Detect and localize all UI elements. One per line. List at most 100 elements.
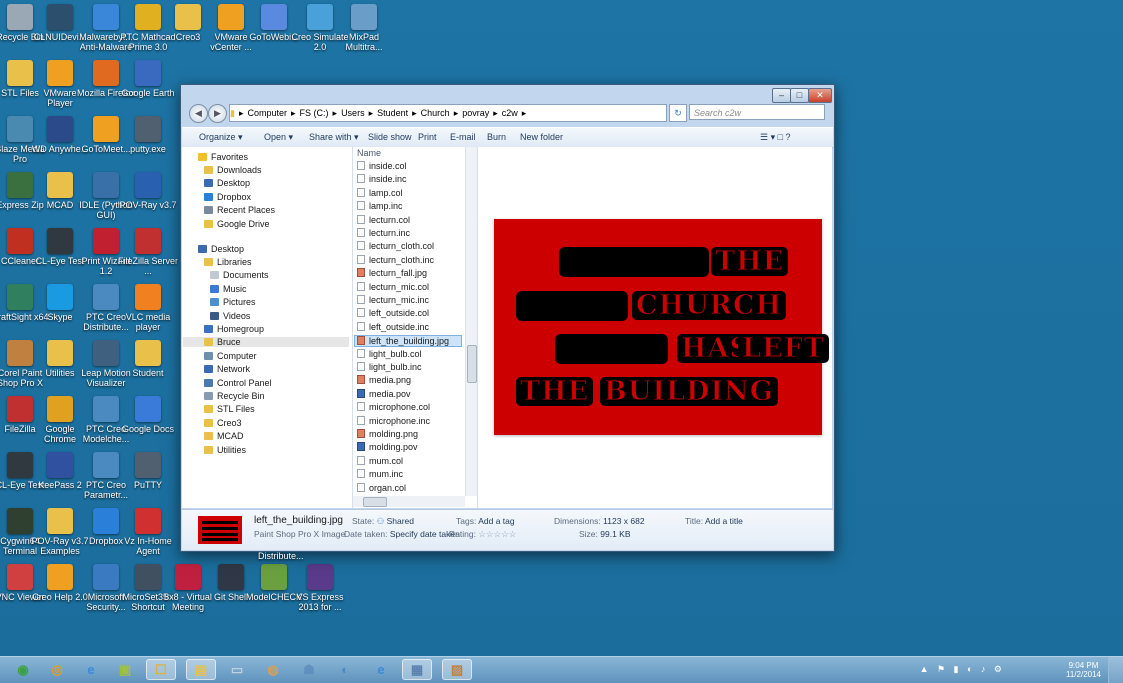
file-row[interactable]: lecturn_cloth.col xyxy=(357,241,434,251)
corel-icon[interactable]: ☐ xyxy=(146,659,176,680)
tags-value[interactable]: Add a tag xyxy=(478,516,514,526)
nav-item[interactable]: Videos xyxy=(210,311,250,321)
breadcrumb-item[interactable]: Computer xyxy=(247,108,287,118)
nav-item[interactable]: Dropbox xyxy=(204,192,251,202)
column-header-name[interactable]: Name xyxy=(357,148,381,158)
nav-item[interactable]: Computer xyxy=(204,351,257,361)
app-icon[interactable]: ▣ xyxy=(110,659,140,680)
breadcrumb-item[interactable]: Church xyxy=(421,108,450,118)
file-row[interactable]: mum.col xyxy=(357,455,403,466)
title-bar[interactable]: – □ ✕ xyxy=(181,85,834,103)
file-row[interactable]: lecturn_mic.inc xyxy=(357,295,429,305)
nav-item[interactable]: Libraries xyxy=(204,257,252,267)
nav-item[interactable]: Downloads xyxy=(204,165,262,175)
ie-icon[interactable]: e xyxy=(76,659,106,680)
explorer-icon[interactable]: ▤ xyxy=(186,659,216,680)
nav-item[interactable]: Pictures xyxy=(210,297,256,307)
start-orb-icon[interactable]: ◉ xyxy=(8,659,38,680)
hscroll-thumb[interactable] xyxy=(363,497,387,507)
scroll-thumb[interactable] xyxy=(467,345,477,383)
forward-button[interactable]: ▶ xyxy=(208,104,227,123)
maximize-button[interactable]: □ xyxy=(790,88,809,103)
breadcrumb-item[interactable]: c2w xyxy=(502,108,518,118)
desktop-icon[interactable]: Google Earth xyxy=(118,60,178,98)
paintshop-icon[interactable]: ▨ xyxy=(442,659,472,680)
view-options-icon[interactable]: ☰ ▾ □ ? xyxy=(760,132,791,143)
title-value[interactable]: Add a title xyxy=(705,516,743,526)
toolbar-print[interactable]: Print xyxy=(418,132,437,142)
toolbar-open[interactable]: Open ▾ xyxy=(264,132,293,143)
address-bar[interactable]: ▮ ▸ Computer ▸ FS (C:) ▸ Users ▸ Student ▸ Church ▸… xyxy=(229,104,667,122)
file-row[interactable]: lecturn_mic.col xyxy=(357,281,429,292)
refresh-icon[interactable]: ↻ xyxy=(669,104,687,122)
file-row[interactable]: media.pov xyxy=(357,388,411,399)
desktop-icon[interactable]: VLC media player xyxy=(118,284,178,332)
network-icon[interactable]: ☗ xyxy=(294,659,324,680)
tray-icons[interactable]: ▲ ⚑ ▮ ◐ ♪ ⚙ xyxy=(920,664,1005,675)
nav-item[interactable]: Recent Places xyxy=(204,205,275,215)
rating-stars[interactable]: ☆☆☆☆☆ xyxy=(478,529,516,539)
toolbar-organize[interactable]: Organize ▾ xyxy=(199,132,243,143)
vertical-scrollbar[interactable] xyxy=(465,147,477,496)
file-row[interactable]: lecturn.col xyxy=(357,214,410,225)
nav-item[interactable]: Utilities xyxy=(204,445,246,455)
nav-item[interactable]: Recycle Bin xyxy=(204,391,265,401)
file-row[interactable]: lecturn_fall.jpg xyxy=(357,268,427,278)
toolbar-e-mail[interactable]: E-mail xyxy=(450,132,476,142)
nav-item[interactable]: Network xyxy=(204,364,250,374)
media-icon[interactable]: ◍ xyxy=(258,659,288,680)
file-row[interactable]: left_the_building.jpg xyxy=(354,335,462,348)
desktop-icon[interactable]: MixPad Multitra... xyxy=(334,4,394,52)
nav-item[interactable]: Favorites xyxy=(198,152,248,162)
nav-item[interactable]: Documents xyxy=(210,270,269,280)
file-row[interactable]: microphone.inc xyxy=(357,415,430,426)
desktop-icon[interactable]: putty.exe xyxy=(118,116,178,154)
file-row[interactable]: molding.pov xyxy=(357,442,418,452)
desktop-icon[interactable]: Student xyxy=(118,340,178,378)
nav-item[interactable]: STL Files xyxy=(204,404,255,414)
nav-item[interactable]: Control Panel xyxy=(204,378,272,388)
toolbar-new-folder[interactable]: New folder xyxy=(520,132,563,142)
desktop-icon[interactable]: FileZilla Server ... xyxy=(118,228,178,276)
file-row[interactable]: microphone.col xyxy=(357,402,430,412)
breadcrumb-item[interactable]: Users xyxy=(341,108,365,118)
breadcrumb-item[interactable]: Student xyxy=(377,108,408,118)
close-button[interactable]: ✕ xyxy=(808,88,832,103)
file-row[interactable]: light_bulb.col xyxy=(357,348,422,359)
paint-icon[interactable]: ▦ xyxy=(402,659,432,680)
ie-icon[interactable]: e xyxy=(366,659,396,680)
file-row[interactable]: lecturn_cloth.inc xyxy=(357,254,434,265)
file-row[interactable]: organ.col xyxy=(357,482,406,493)
nav-item[interactable]: Desktop xyxy=(204,178,250,188)
creo-icon[interactable]: ◐ xyxy=(330,659,360,680)
breadcrumb-item[interactable]: FS (C:) xyxy=(300,108,329,118)
toolbar-burn[interactable]: Burn xyxy=(487,132,506,142)
desktop-icon[interactable]: POV-Ray v3.7 xyxy=(118,172,178,210)
file-row[interactable]: mum.inc xyxy=(357,469,403,479)
desktop-icon[interactable]: Vz In-Home Agent xyxy=(118,508,178,556)
file-row[interactable]: light_bulb.inc xyxy=(357,362,422,372)
nav-item[interactable]: Bruce xyxy=(183,337,349,348)
nav-item[interactable]: Google Drive xyxy=(204,219,270,229)
notes-icon[interactable]: ▭ xyxy=(222,659,252,680)
desktop-icon[interactable]: Google Docs xyxy=(118,396,178,434)
nav-item[interactable]: Desktop xyxy=(198,244,244,254)
file-row[interactable]: molding.png xyxy=(357,429,418,439)
file-row[interactable]: lamp.col xyxy=(357,187,403,198)
desktop-icon[interactable]: PuTTY xyxy=(118,452,178,490)
nav-item[interactable]: Music xyxy=(210,284,247,294)
file-row[interactable]: left_outside.col xyxy=(357,308,429,318)
file-row[interactable]: left_outside.inc xyxy=(357,321,429,332)
clock[interactable]: 9:04 PM 11/2/2014 xyxy=(1066,661,1101,679)
nav-item[interactable]: Creo3 xyxy=(204,418,242,428)
toolbar-slide-show[interactable]: Slide show xyxy=(368,132,412,142)
nav-item[interactable]: Homegroup xyxy=(204,324,264,334)
chrome-icon[interactable]: ◎ xyxy=(42,659,72,680)
minimize-button[interactable]: – xyxy=(772,88,791,103)
desktop-icon[interactable]: VS Express 2013 for ... xyxy=(290,564,350,612)
file-row[interactable]: inside.col xyxy=(357,161,407,171)
nav-item[interactable]: MCAD xyxy=(204,431,244,441)
horizontal-scrollbar[interactable] xyxy=(353,496,465,507)
back-button[interactable]: ◀ xyxy=(189,104,208,123)
search-input[interactable]: Search c2w xyxy=(689,104,825,120)
